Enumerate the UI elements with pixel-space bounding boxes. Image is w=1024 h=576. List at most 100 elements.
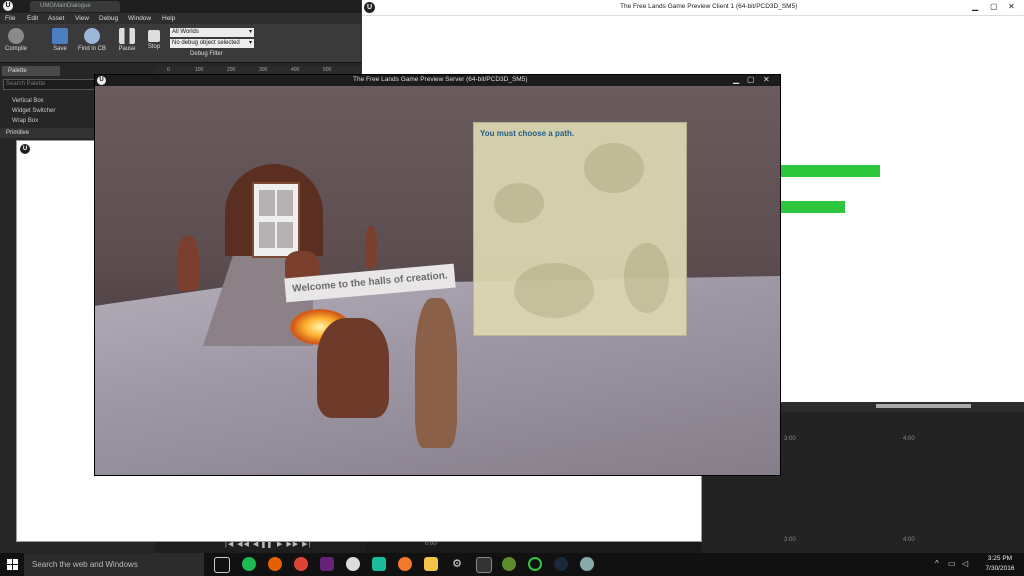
timeline-scrollbar[interactable] — [876, 404, 971, 408]
palette-item[interactable]: Widget Switcher — [12, 108, 55, 114]
timeline-label: 4:00 — [903, 537, 915, 543]
minimize-button[interactable]: ▁ — [733, 75, 739, 84]
client-title-bar: U The Free Lands Game Preview Client 1 (… — [362, 0, 1024, 16]
file-explorer-icon[interactable] — [424, 557, 438, 571]
player-character — [415, 298, 457, 448]
visual-studio-icon[interactable] — [320, 557, 334, 571]
worlds-dropdown-value: All Worlds — [172, 29, 199, 35]
palette-item[interactable]: Wrap Box — [12, 118, 38, 124]
clock-time[interactable]: 3:25 PM — [978, 555, 1022, 562]
tray-expand-icon[interactable]: ^ — [935, 559, 939, 568]
save-button[interactable]: Save — [46, 26, 74, 60]
chrome-icon[interactable] — [294, 557, 308, 571]
menu-help[interactable]: Help — [162, 13, 175, 24]
unreal-logo-icon: U — [97, 76, 106, 85]
taskbar-search-box[interactable]: Search the web and Windows — [24, 553, 204, 576]
stamina-bar — [780, 201, 845, 213]
timeline-label: 3:00 — [784, 436, 796, 442]
health-bar — [780, 165, 880, 177]
chevron-down-icon: ▾ — [248, 40, 252, 46]
pause-label: Pause — [118, 46, 136, 52]
menu-file[interactable]: File — [5, 13, 15, 24]
timeline-label: 4:00 — [903, 436, 915, 442]
close-button[interactable]: ✕ — [763, 75, 770, 84]
menu-asset[interactable]: Asset — [48, 13, 64, 24]
minimize-button[interactable]: ▁ — [972, 2, 978, 11]
palette-item[interactable]: Vertical Box — [12, 98, 44, 104]
server-game-window: U The Free Lands Game Preview Server (64… — [94, 74, 781, 476]
debug-object-dropdown[interactable]: No debug object selected ▾ — [170, 39, 254, 48]
menu-debug[interactable]: Debug — [99, 13, 118, 24]
stop-label: Stop — [147, 44, 161, 50]
palette-tab[interactable]: Palette — [2, 66, 60, 76]
editor-side-strip — [0, 140, 16, 540]
worlds-dropdown[interactable]: All Worlds ▾ — [170, 28, 254, 37]
settings-gear-icon[interactable]: ⚙ — [450, 557, 464, 571]
ruler-tick: 0 — [167, 67, 170, 73]
close-button[interactable]: ✕ — [1008, 2, 1015, 11]
server-title-bar: U The Free Lands Game Preview Server (64… — [95, 75, 780, 86]
path-choice-dialog[interactable]: You must choose a path. — [473, 122, 687, 336]
compile-label: Compile — [4, 46, 27, 52]
ogre-character — [177, 236, 199, 291]
blender-icon[interactable] — [398, 557, 412, 571]
dialog-prompt: You must choose a path. — [480, 129, 575, 138]
editor-tab-bar: U UMGMainDialogue — [0, 0, 362, 13]
steam-icon[interactable] — [554, 557, 568, 571]
menu-bar: File Edit Asset View Debug Window Help — [0, 13, 362, 24]
find-label: Find in CB — [78, 46, 107, 52]
app-icon[interactable] — [372, 557, 386, 571]
ogre-character — [365, 226, 377, 268]
ruler-tick: 300 — [259, 67, 268, 73]
menu-view[interactable]: View — [75, 13, 89, 24]
gear-icon — [8, 28, 24, 44]
epic-launcher-icon[interactable] — [476, 557, 492, 573]
firefox-icon[interactable] — [268, 557, 282, 571]
stop-button[interactable]: Stop — [140, 26, 168, 60]
door-pane — [259, 222, 275, 248]
unreal-logo-icon: U — [3, 1, 13, 11]
menu-window[interactable]: Window — [128, 13, 151, 24]
magnifier-icon — [84, 28, 100, 44]
clock-date[interactable]: 7/30/2016 — [978, 565, 1022, 572]
debug-filter-label: Debug Filter — [190, 51, 223, 57]
ruler-tick: 500 — [323, 67, 332, 73]
xbox-icon[interactable] — [528, 557, 542, 571]
windows-taskbar: Search the web and Windows ⚙ ^ ▭ ◁ 3:25 … — [0, 553, 1024, 576]
maximize-button[interactable]: ▢ — [990, 2, 998, 11]
ruler-tick: 200 — [227, 67, 236, 73]
pause-button[interactable]: Pause — [113, 26, 141, 60]
start-button[interactable] — [0, 553, 24, 576]
ruler-tick: 100 — [195, 67, 204, 73]
parchment-stain — [624, 243, 669, 313]
door-pane — [259, 190, 275, 216]
client-window-title: The Free Lands Game Preview Client 1 (64… — [620, 3, 798, 10]
compile-button[interactable]: Compile — [2, 26, 30, 60]
unreal-logo-icon: U — [364, 2, 375, 13]
taskbar-search-placeholder: Search the web and Windows — [32, 560, 138, 569]
find-in-cb-button[interactable]: Find in CB — [78, 26, 106, 60]
windows-logo-icon — [7, 559, 18, 570]
parchment-stain — [584, 143, 644, 193]
game-viewport[interactable]: Welcome to the halls of creation. You mu… — [95, 86, 780, 475]
white-door — [252, 182, 300, 258]
palette-category-primitive[interactable]: Primitive — [0, 128, 100, 138]
menu-edit[interactable]: Edit — [27, 13, 38, 24]
timeline-label: 3:00 — [784, 537, 796, 543]
task-view-icon[interactable] — [214, 557, 230, 573]
network-icon[interactable]: ▭ — [948, 559, 956, 568]
palette-search-input[interactable]: Search Palette — [3, 79, 95, 90]
document-tab[interactable]: UMGMainDialogue — [30, 1, 120, 12]
stop-icon — [148, 30, 160, 42]
maximize-button[interactable]: ▢ — [747, 75, 755, 84]
volume-icon[interactable]: ◁ — [962, 559, 968, 568]
unreal-engine-icon[interactable] — [346, 557, 360, 571]
parchment-stain — [494, 183, 544, 223]
spotify-icon[interactable] — [242, 557, 256, 571]
app-icon[interactable] — [502, 557, 516, 571]
debug-dropdown-value: No debug object selected — [172, 40, 240, 46]
app-icon[interactable] — [580, 557, 594, 571]
server-window-title: The Free Lands Game Preview Server (64-b… — [353, 76, 528, 83]
parchment-stain — [514, 263, 594, 318]
door-pane — [277, 190, 293, 216]
